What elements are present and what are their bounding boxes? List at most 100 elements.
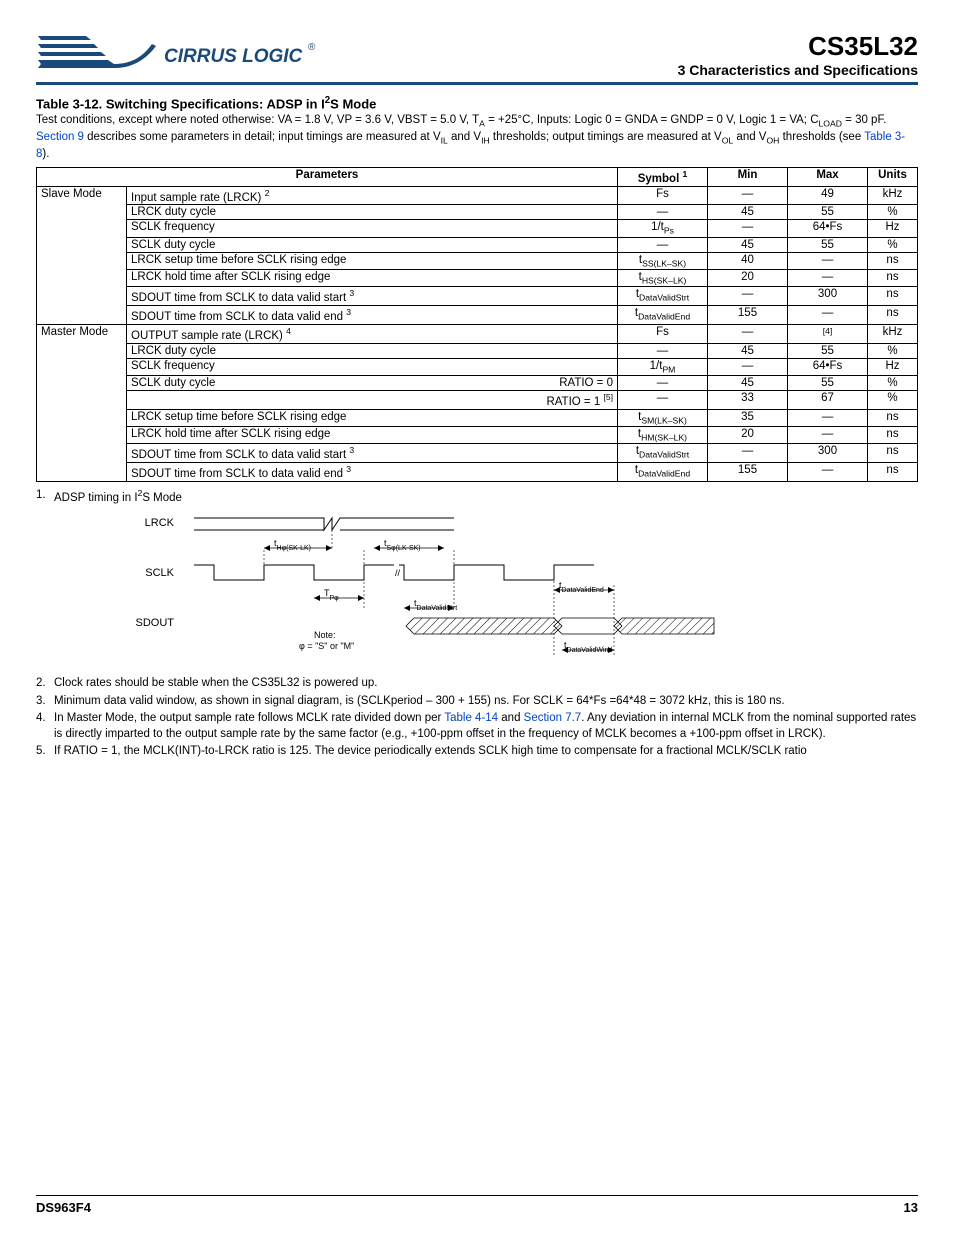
table-row: LRCK hold time after SCLK rising edgetHS… [37,269,918,286]
symbol-cell: — [618,237,708,252]
th-symbol: Symbol 1 [618,167,708,186]
units-cell: Hz [868,358,918,375]
table-row: SDOUT time from SCLK to data valid start… [37,287,918,306]
units-cell: % [868,237,918,252]
table-row: SDOUT time from SCLK to data valid start… [37,444,918,463]
min-cell: — [708,324,788,343]
min-cell: 45 [708,205,788,220]
link-section-9[interactable]: Section 9 [36,131,84,143]
spec-table: Parameters Symbol 1 Min Max Units Slave … [36,167,918,482]
svg-text:tDataValidEnd: tDataValidEnd [559,580,604,594]
units-cell: % [868,205,918,220]
link-table-4-14[interactable]: Table 4-14 [444,712,498,724]
page-number: 13 [904,1200,918,1215]
units-cell: ns [868,444,918,463]
table-row: SDOUT time from SCLK to data valid end 3… [37,306,918,325]
symbol-cell: 1/tPM [618,358,708,375]
svg-text:LRCK: LRCK [145,517,175,529]
max-cell: 55 [788,343,868,358]
svg-text:TPφ: TPφ [324,588,339,602]
svg-text:tHφ(SK-LK): tHφ(SK-LK) [274,538,311,552]
cirrus-logic-logo-icon: CIRRUS LOGIC ® [36,28,316,78]
th-max: Max [788,167,868,186]
param-cell: LRCK setup time before SCLK rising edge [127,252,618,269]
units-cell: ns [868,252,918,269]
units-cell: kHz [868,186,918,205]
symbol-cell: — [618,205,708,220]
table-row: Master ModeOUTPUT sample rate (LRCK) 4Fs… [37,324,918,343]
doc-id: DS963F4 [36,1200,91,1215]
param-cell: SDOUT time from SCLK to data valid end 3 [127,306,618,325]
page-header: CIRRUS LOGIC ® CS35L32 3 Characteristics… [36,28,918,85]
table-row: LRCK setup time before SCLK rising edget… [37,409,918,426]
symbol-cell: — [618,391,708,410]
table-row: SCLK frequency1/tPs—64•FsHz [37,220,918,237]
max-cell: 64•Fs [788,358,868,375]
min-cell: 155 [708,463,788,482]
page-footer: DS963F4 13 [36,1195,918,1215]
symbol-cell: — [618,343,708,358]
units-cell: ns [868,463,918,482]
param-cell: SCLK frequency [127,220,618,237]
brand-text: CIRRUS LOGIC [164,46,303,67]
table-row: LRCK duty cycle—4555% [37,343,918,358]
footnote-3: 3.Minimum data valid window, as shown in… [36,694,918,710]
symbol-cell: tDataValidEnd [618,306,708,325]
max-cell: 64•Fs [788,220,868,237]
symbol-cell: Fs [618,324,708,343]
footnote-5: 5.If RATIO = 1, the MCLK(INT)-to-LRCK ra… [36,744,918,760]
symbol-cell: — [618,376,708,391]
mode-cell: Slave Mode [37,186,127,324]
min-cell: 45 [708,237,788,252]
max-cell: 300 [788,444,868,463]
svg-text:φ = "S" or "M": φ = "S" or "M" [299,641,354,651]
param-cell: LRCK duty cycle [127,205,618,220]
max-cell: — [788,252,868,269]
min-cell: — [708,444,788,463]
symbol-cell: tDataValidEnd [618,463,708,482]
units-cell: % [868,391,918,410]
min-cell: — [708,220,788,237]
units-cell: % [868,343,918,358]
symbol-cell: tSM(LK–SK) [618,409,708,426]
mode-cell: Master Mode [37,324,127,481]
table-row: SCLK duty cycle—4555% [37,237,918,252]
max-cell: 67 [788,391,868,410]
svg-text:tSφ(LK-SK): tSφ(LK-SK) [384,538,421,552]
units-cell: ns [868,306,918,325]
min-cell: 20 [708,269,788,286]
max-cell: 55 [788,376,868,391]
max-cell: — [788,409,868,426]
param-cell: SDOUT time from SCLK to data valid start… [127,287,618,306]
svg-text:®: ® [308,42,316,53]
min-cell: 20 [708,427,788,444]
th-min: Min [708,167,788,186]
param-cell: LRCK duty cycle [127,343,618,358]
min-cell: 33 [708,391,788,410]
part-number: CS35L32 [678,31,918,62]
max-cell: 300 [788,287,868,306]
max-cell: 49 [788,186,868,205]
min-cell: 45 [708,376,788,391]
units-cell: kHz [868,324,918,343]
max-cell: 55 [788,205,868,220]
max-cell: — [788,427,868,444]
table-caption: Table 3-12. Switching Specifications: AD… [36,95,918,111]
svg-text://: // [395,568,401,578]
min-cell: — [708,287,788,306]
svg-text:tDataValidStrt: tDataValidStrt [414,598,457,612]
table-row: SDOUT time from SCLK to data valid end 3… [37,463,918,482]
param-cell: LRCK hold time after SCLK rising edge [127,427,618,444]
symbol-cell: tHS(SK–LK) [618,269,708,286]
symbol-cell: tHM(SK–LK) [618,427,708,444]
link-section-7-7[interactable]: Section 7.7 [524,712,582,724]
min-cell: — [708,186,788,205]
param-cell: LRCK hold time after SCLK rising edge [127,269,618,286]
max-cell: — [788,463,868,482]
svg-text:tDataValidWind: tDataValidWind [564,640,612,654]
svg-text:Note:: Note: [314,630,336,640]
svg-text:SCLK: SCLK [145,567,174,579]
units-cell: ns [868,427,918,444]
symbol-cell: Fs [618,186,708,205]
table-row: LRCK setup time before SCLK rising edget… [37,252,918,269]
